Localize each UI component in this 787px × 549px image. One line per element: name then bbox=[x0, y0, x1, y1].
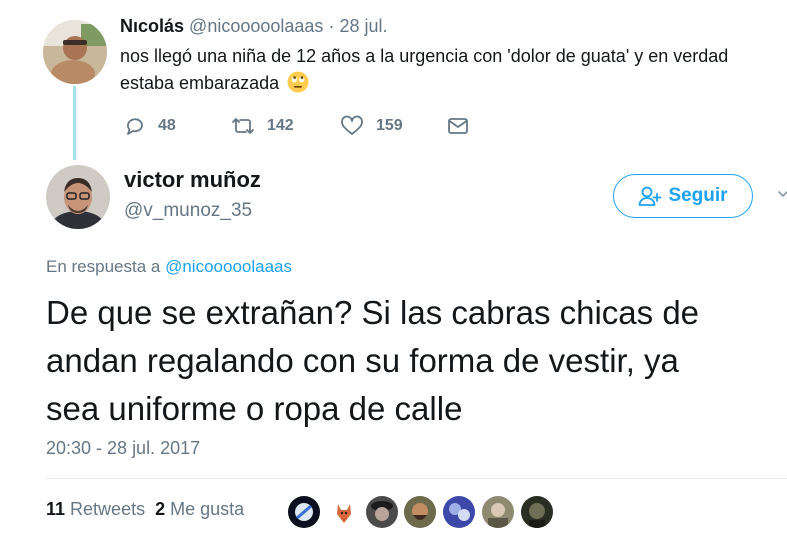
reply-count: 48 bbox=[158, 117, 176, 134]
heart-icon bbox=[341, 115, 363, 135]
separator-dot: · bbox=[328, 16, 335, 36]
reply-action[interactable]: 48 bbox=[124, 114, 176, 138]
divider bbox=[46, 478, 787, 479]
thread-connector bbox=[73, 86, 76, 160]
likes-count: 2 bbox=[155, 499, 166, 519]
direct-message-action[interactable] bbox=[447, 114, 481, 138]
like-count: 159 bbox=[376, 117, 403, 134]
liker-avatar[interactable] bbox=[366, 496, 398, 528]
tweet-timestamp[interactable]: 20:30 - 28 jul. 2017 bbox=[46, 438, 200, 459]
chevron-down-icon[interactable] bbox=[778, 188, 787, 202]
envelope-icon bbox=[448, 118, 468, 134]
retweets-stat[interactable]: 11 Retweets bbox=[46, 499, 145, 519]
parent-handle[interactable]: @nicooooolaaas bbox=[189, 16, 323, 36]
follow-person-icon bbox=[639, 186, 662, 206]
parent-avatar[interactable] bbox=[43, 20, 107, 84]
liker-avatar[interactable] bbox=[521, 496, 553, 528]
follow-button[interactable]: Seguir bbox=[613, 174, 753, 218]
tweet-stats: 11 Retweets 2 Me gusta bbox=[46, 499, 244, 520]
likes-stat[interactable]: 2 Me gusta bbox=[155, 499, 244, 519]
retweet-count: 142 bbox=[267, 117, 294, 134]
tweet-text-line: De que se extrañan? Si las cabras chicas… bbox=[46, 294, 700, 331]
main-display-name[interactable]: victor muñoz bbox=[124, 167, 261, 193]
main-avatar[interactable] bbox=[46, 165, 110, 229]
liker-avatar[interactable] bbox=[443, 496, 475, 528]
liker-avatar[interactable] bbox=[288, 496, 320, 528]
liker-avatar[interactable] bbox=[482, 496, 514, 528]
retweet-icon bbox=[232, 118, 254, 134]
tweet-text-line: sea uniforme o ropa de calle bbox=[46, 390, 463, 427]
main-handle[interactable]: @v_munoz_35 bbox=[124, 200, 252, 222]
reply-prefix: En respuesta a bbox=[46, 257, 161, 276]
reply-to-handle-link[interactable]: @nicooooolaaas bbox=[165, 257, 292, 276]
main-tweet-text: De que se extrañan? Si las cabras chicas… bbox=[46, 289, 787, 433]
parent-tweet-header: Nıcolás @nicooooolaaas · 28 jul. bbox=[120, 16, 388, 37]
likes-label: Me gusta bbox=[170, 499, 245, 519]
retweets-count: 11 bbox=[46, 499, 66, 519]
parent-tweet-body: nos llegó una niña de 12 años a la urgen… bbox=[120, 46, 729, 93]
retweets-label: Retweets bbox=[70, 499, 146, 519]
parent-tweet-text: nos llegó una niña de 12 años a la urgen… bbox=[120, 43, 770, 97]
tweet-text-line: andan regalando con su forma de vestir, … bbox=[46, 342, 679, 379]
liker-avatar[interactable] bbox=[328, 496, 360, 528]
like-action[interactable]: 159 bbox=[340, 114, 403, 138]
liker-avatar[interactable] bbox=[404, 496, 436, 528]
reply-context: En respuesta a @nicooooolaaas bbox=[46, 257, 292, 277]
retweet-action[interactable]: 142 bbox=[231, 114, 294, 138]
follow-button-label: Seguir bbox=[668, 185, 728, 206]
parent-date[interactable]: 28 jul. bbox=[339, 16, 387, 36]
reply-icon bbox=[127, 118, 143, 135]
parent-display-name[interactable]: Nıcolás bbox=[120, 16, 184, 36]
rolling-eyes-emoji-icon bbox=[287, 71, 309, 93]
